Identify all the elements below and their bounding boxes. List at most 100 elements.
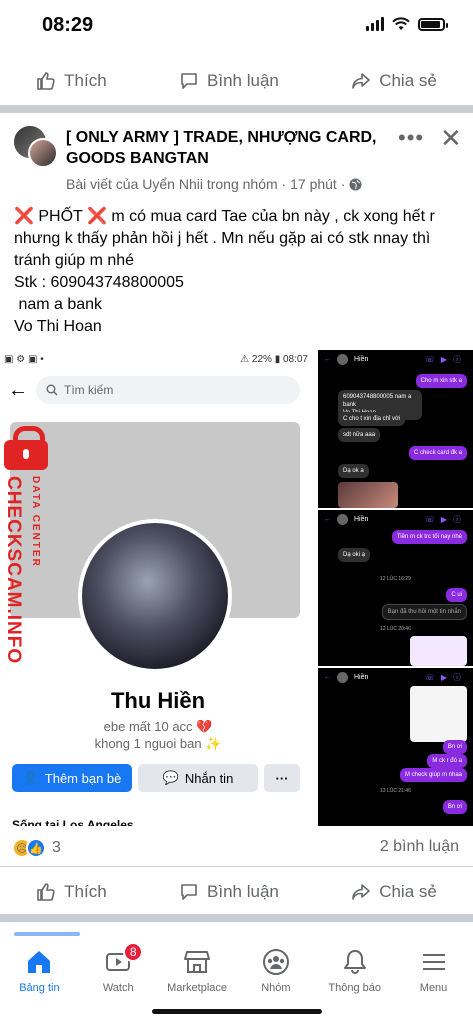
back-arrow-icon: ← xyxy=(8,379,28,401)
home-indicator xyxy=(152,1009,322,1014)
bio-line-2: khong 1 nguoi ban ✨ xyxy=(94,736,222,751)
share-icon xyxy=(352,883,370,900)
cellular-signal-icon xyxy=(366,17,384,31)
bio-line-1: ebe mất 10 acc 💔 xyxy=(103,719,213,734)
share-button[interactable]: Chia sẻ xyxy=(351,882,437,902)
nav-groups-label: Nhóm xyxy=(261,982,291,994)
share-label: Chia sẻ xyxy=(379,71,437,90)
profile-screenshot[interactable]: ▣ ⚙ ▣ • ⚠ 22% ▮ 08:07 ← Tìm kiếm Thu Hiề… xyxy=(0,350,316,826)
chat-message: sdt nữa aaa xyxy=(338,428,381,442)
bottom-nav: Bảng tin 8 Watch Marketplace Nhóm Thông … xyxy=(0,938,473,1000)
nav-marketplace-label: Marketplace xyxy=(167,982,228,994)
search-placeholder: Tìm kiếm xyxy=(64,383,114,397)
avatar xyxy=(337,671,348,683)
post-line-5: nam a bank xyxy=(14,296,103,313)
back-arrow-icon: ← xyxy=(324,673,331,681)
chat-message: Dạ ok a xyxy=(338,464,369,478)
like-button[interactable]: Thích xyxy=(36,882,107,902)
chat-screenshot-1[interactable]: ← Hiền ☏▶ⓘ Cho m xin stk a 609043748800005… xyxy=(318,350,473,508)
profile-photo xyxy=(78,519,232,673)
chat-header: ← Hiền ☏▶ⓘ xyxy=(318,668,473,686)
comments-count[interactable]: 2 bình luận xyxy=(380,838,459,856)
nav-groups[interactable]: Nhóm xyxy=(237,938,315,1000)
previous-post-actions: Thích Bình luận Chia sẻ xyxy=(0,56,473,106)
chat-message: Cho m xin stk a xyxy=(415,374,467,388)
chat-image xyxy=(338,482,398,508)
chat-message: C ui xyxy=(446,588,467,602)
reaction-count: 3 xyxy=(52,839,61,856)
chat-message: Bn ơi xyxy=(442,800,467,814)
comment-button[interactable]: Bình luận xyxy=(179,882,279,902)
comment-label: Bình luận xyxy=(207,881,279,901)
lives-in-text: Sống tại Los Angeles xyxy=(12,818,134,826)
watermark: CHECKSCAM.INFO DATA CENTER xyxy=(0,426,52,670)
message-label: Nhắn tin xyxy=(184,770,234,786)
chat-header: ← Hiền ☏▶ⓘ xyxy=(318,510,473,528)
feed-divider xyxy=(0,105,473,113)
battery-icon xyxy=(418,17,448,31)
chat-message: M check giúp m nhaa xyxy=(399,768,467,782)
chat-message: Bn ơi xyxy=(442,740,467,754)
search-icon xyxy=(46,384,58,396)
nav-home[interactable]: Bảng tin xyxy=(0,938,78,1000)
message-button: 💬 Nhắn tin xyxy=(138,764,258,792)
back-arrow-icon: ← xyxy=(324,355,331,363)
messenger-icon: 💬 xyxy=(162,770,179,785)
chat-image xyxy=(410,686,467,742)
nav-watch[interactable]: 8 Watch xyxy=(79,938,157,1000)
nav-notifications-label: Thông báo xyxy=(328,982,382,994)
thumbs-up-icon xyxy=(37,72,55,90)
chat-message: C cho t xin địa chỉ với xyxy=(338,412,406,426)
chat-contact-name: Hiền xyxy=(354,355,369,363)
thumbs-up-icon xyxy=(37,882,55,901)
chat-message: Dạ oki ạ xyxy=(338,548,371,562)
post-line-1: m có mua card Tae của bn này , ck xong h… xyxy=(111,208,435,225)
chat-header: ← Hiền ☏▶ⓘ xyxy=(318,350,473,368)
watermark-subtext: DATA CENTER xyxy=(30,476,41,568)
like-button[interactable]: Thích xyxy=(36,71,107,91)
nav-menu[interactable]: Menu xyxy=(395,938,473,1000)
post-line-2: nhưng k thấy phản hồi j hết . Mn nếu gặp… xyxy=(14,230,431,247)
like-label: Thích xyxy=(64,881,107,901)
globe-icon xyxy=(349,178,362,190)
status-time: 08:29 xyxy=(42,14,94,36)
nav-notifications[interactable]: Thông báo xyxy=(316,938,394,1000)
nav-marketplace[interactable]: Marketplace xyxy=(158,938,236,1000)
bell-icon xyxy=(343,950,366,974)
chat-message: M ck r đó a xyxy=(427,754,467,768)
groups-icon xyxy=(262,949,289,975)
chat-screenshot-2[interactable]: ← Hiền ☏▶ⓘ Tiền m ck trc tối nay nhé Dạ ok… xyxy=(318,510,473,666)
profile-bio: ebe mất 10 acc 💔 khong 1 nguoi ban ✨ xyxy=(0,718,316,752)
call-icons: ☏▶ⓘ xyxy=(424,672,467,682)
comment-label: Bình luận xyxy=(207,71,279,90)
post-meta-text: Bài viết của Uyển Nhii trong nhóm · 17 p… xyxy=(66,176,346,192)
watermark-text: CHECKSCAM.INFO xyxy=(3,476,24,665)
screenshot-status-bar: ▣ ⚙ ▣ • ⚠ 22% ▮ 08:07 xyxy=(0,350,316,370)
post-text: ❌ PHỐT ❌ m có mua card Tae của bn này , … xyxy=(14,206,464,338)
screenshot-status-left: ▣ ⚙ ▣ • xyxy=(4,354,44,365)
chat-screenshot-3[interactable]: ← Hiền ☏▶ⓘ Bn ơi M ck r đó a M check giúp … xyxy=(318,668,473,826)
avatar xyxy=(337,353,348,365)
share-button[interactable]: Chia sẻ xyxy=(351,71,437,91)
group-name[interactable]: [ ONLY ARMY ] TRADE, NHƯỢNG CARD, GOODS … xyxy=(66,127,396,169)
group-avatar[interactable] xyxy=(12,124,58,170)
chat-image xyxy=(410,636,467,666)
comment-button[interactable]: Bình luận xyxy=(179,71,279,91)
like-label: Thích xyxy=(64,71,107,90)
add-friend-icon: 👤 xyxy=(22,770,39,785)
more-options-icon[interactable]: ••• xyxy=(398,125,424,151)
nav-menu-label: Menu xyxy=(419,982,448,994)
feed-divider xyxy=(0,914,473,922)
add-friend-button: 👤 Thêm bạn bè xyxy=(12,764,132,792)
chat-timestamp: 12 LÚC 16:29 xyxy=(380,576,411,582)
reactions-summary[interactable]: 😥 👍 3 xyxy=(12,838,61,858)
storefront-icon xyxy=(184,951,211,973)
nav-home-label: Bảng tin xyxy=(19,982,60,994)
chat-contact-name: Hiền xyxy=(354,515,369,523)
chat-timestamp: 12 LÚC 20:46 xyxy=(380,626,411,632)
add-friend-label: Thêm bạn bè xyxy=(44,770,122,786)
chat-recalled-message: Bạn đã thu hồi một tin nhắn xyxy=(381,604,467,620)
close-icon[interactable]: ✕ xyxy=(440,123,462,154)
chat-contact-name: Hiền xyxy=(354,673,369,681)
comment-icon xyxy=(181,883,197,900)
